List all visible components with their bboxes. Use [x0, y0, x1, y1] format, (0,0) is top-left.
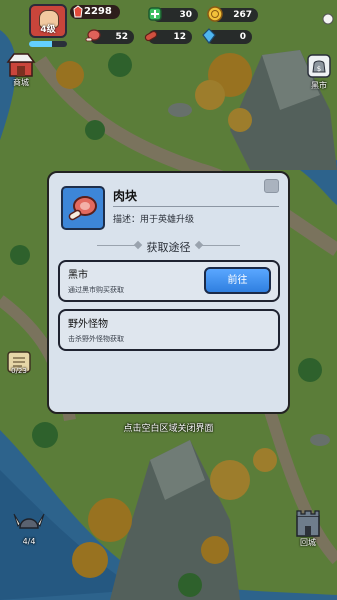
meat-value: 52 — [115, 32, 128, 42]
settings-button[interactable] — [322, 10, 334, 25]
source-description: 通过黑市购买获取 — [68, 286, 124, 294]
viking-helmet-icon — [13, 513, 45, 529]
food-value: 12 — [173, 32, 186, 42]
crystal-counter: 0 — [202, 28, 252, 44]
meat-icon — [85, 29, 101, 42]
green-gem-icon — [148, 7, 162, 21]
combat-power: 2298 — [70, 5, 120, 19]
item-description: 描述：用于英雄升级 — [113, 215, 195, 225]
quest-progress: 0/23 — [11, 367, 27, 375]
source-wild-monsters: 野外怪物 击杀野外怪物获取 — [58, 309, 280, 351]
player-level: 4级 — [40, 25, 56, 35]
gems-value: 30 — [179, 10, 192, 20]
player-avatar[interactable]: 4级 — [29, 4, 67, 38]
source-black-market: 黑市 通过黑市购买获取 前往 — [58, 260, 280, 302]
meat-icon — [68, 196, 97, 221]
xp-bar — [29, 41, 67, 47]
money-bag-icon: $ — [307, 54, 331, 78]
source-title: 黑市 — [68, 270, 88, 281]
gold-value: 267 — [233, 10, 252, 20]
settings-icon — [322, 13, 334, 25]
meat-counter: 52 — [85, 29, 134, 44]
food-counter: 12 — [144, 30, 192, 44]
wave-progress: 4/4 — [22, 537, 36, 546]
combat-power-value: 2298 — [84, 6, 112, 17]
sausage-icon — [144, 30, 158, 42]
castle-icon — [296, 510, 320, 537]
gold-counter: 267 — [207, 6, 258, 22]
wave-button[interactable]: 4/4 — [12, 508, 46, 548]
section-title: 获取途径 — [146, 241, 191, 254]
return-city-button[interactable]: 回城 — [291, 508, 325, 550]
item-name: 肉块 — [113, 189, 138, 203]
crystal-value: 0 — [239, 32, 246, 42]
black-market-button[interactable]: $ 黑市 — [305, 52, 333, 92]
xp-bar-fill — [29, 41, 52, 47]
blue-crystal-icon — [202, 28, 216, 44]
shop-button[interactable]: 商城 — [6, 52, 36, 88]
goto-button[interactable]: 前往 — [204, 267, 271, 294]
item-source-dialog: 肉块 描述：用于英雄升级 获取途径 黑市 通过黑市购买获取 前往 野外怪物 击杀… — [47, 171, 290, 414]
black-market-label: 黑市 — [311, 81, 327, 90]
shop-stall-icon — [6, 53, 36, 77]
close-hint: 点击空白区域关闭界面 — [123, 424, 214, 434]
return-city-label: 回城 — [300, 538, 316, 547]
close-dialog-button[interactable] — [264, 179, 279, 193]
shop-label: 商城 — [13, 78, 29, 87]
source-title: 野外怪物 — [68, 319, 108, 330]
gold-coin-icon — [207, 6, 223, 22]
gems-counter: 30 — [148, 7, 198, 22]
item-icon-frame — [61, 186, 105, 230]
svg-text:$: $ — [317, 65, 321, 73]
source-description: 击杀野外怪物获取 — [68, 335, 124, 343]
fist-icon — [73, 5, 83, 18]
quest-button[interactable]: 0/23 — [4, 350, 34, 382]
name-divider — [113, 206, 279, 207]
section-divider-right — [200, 245, 240, 246]
